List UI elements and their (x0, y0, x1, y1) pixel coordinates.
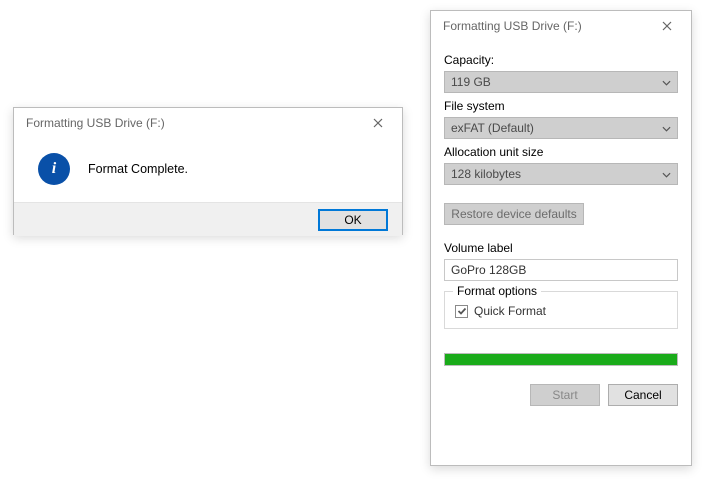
capacity-value: 119 GB (451, 75, 491, 89)
titlebar: Formatting USB Drive (F:) (14, 108, 402, 138)
format-dialog: Formatting USB Drive (F:) Capacity: 119 … (430, 10, 692, 466)
format-options-group: Format options Quick Format (444, 291, 678, 329)
format-options-label: Format options (453, 284, 541, 298)
close-icon[interactable] (362, 109, 394, 137)
quick-format-row[interactable]: Quick Format (455, 304, 667, 318)
alloc-select[interactable]: 128 kilobytes (444, 163, 678, 185)
restore-defaults-button[interactable]: Restore device defaults (444, 203, 584, 225)
volume-label-label: Volume label (444, 241, 678, 255)
dialog-footer: Start Cancel (444, 384, 678, 406)
message-text: Format Complete. (88, 162, 188, 176)
capacity-label: Capacity: (444, 53, 678, 67)
info-icon: i (38, 153, 70, 185)
filesystem-value: exFAT (Default) (451, 121, 534, 135)
chevron-down-icon (662, 121, 671, 135)
chevron-down-icon (662, 167, 671, 181)
titlebar: Formatting USB Drive (F:) (431, 11, 691, 41)
filesystem-label: File system (444, 99, 678, 113)
start-button[interactable]: Start (530, 384, 600, 406)
filesystem-select[interactable]: exFAT (Default) (444, 117, 678, 139)
dialog-footer: OK (14, 202, 402, 236)
close-icon[interactable] (651, 12, 683, 40)
ok-button[interactable]: OK (318, 209, 388, 231)
progress-fill (445, 354, 677, 365)
progress-bar (444, 353, 678, 366)
window-title: Formatting USB Drive (F:) (26, 116, 362, 130)
chevron-down-icon (662, 75, 671, 89)
dialog-content: Capacity: 119 GB File system exFAT (Defa… (431, 41, 691, 416)
window-title: Formatting USB Drive (F:) (443, 19, 651, 33)
volume-label-input[interactable] (444, 259, 678, 281)
dialog-body: i Format Complete. (14, 138, 402, 202)
cancel-button[interactable]: Cancel (608, 384, 678, 406)
quick-format-checkbox[interactable] (455, 305, 468, 318)
format-complete-dialog: Formatting USB Drive (F:) i Format Compl… (13, 107, 403, 235)
alloc-label: Allocation unit size (444, 145, 678, 159)
capacity-select[interactable]: 119 GB (444, 71, 678, 93)
alloc-value: 128 kilobytes (451, 167, 521, 181)
quick-format-label: Quick Format (474, 304, 546, 318)
